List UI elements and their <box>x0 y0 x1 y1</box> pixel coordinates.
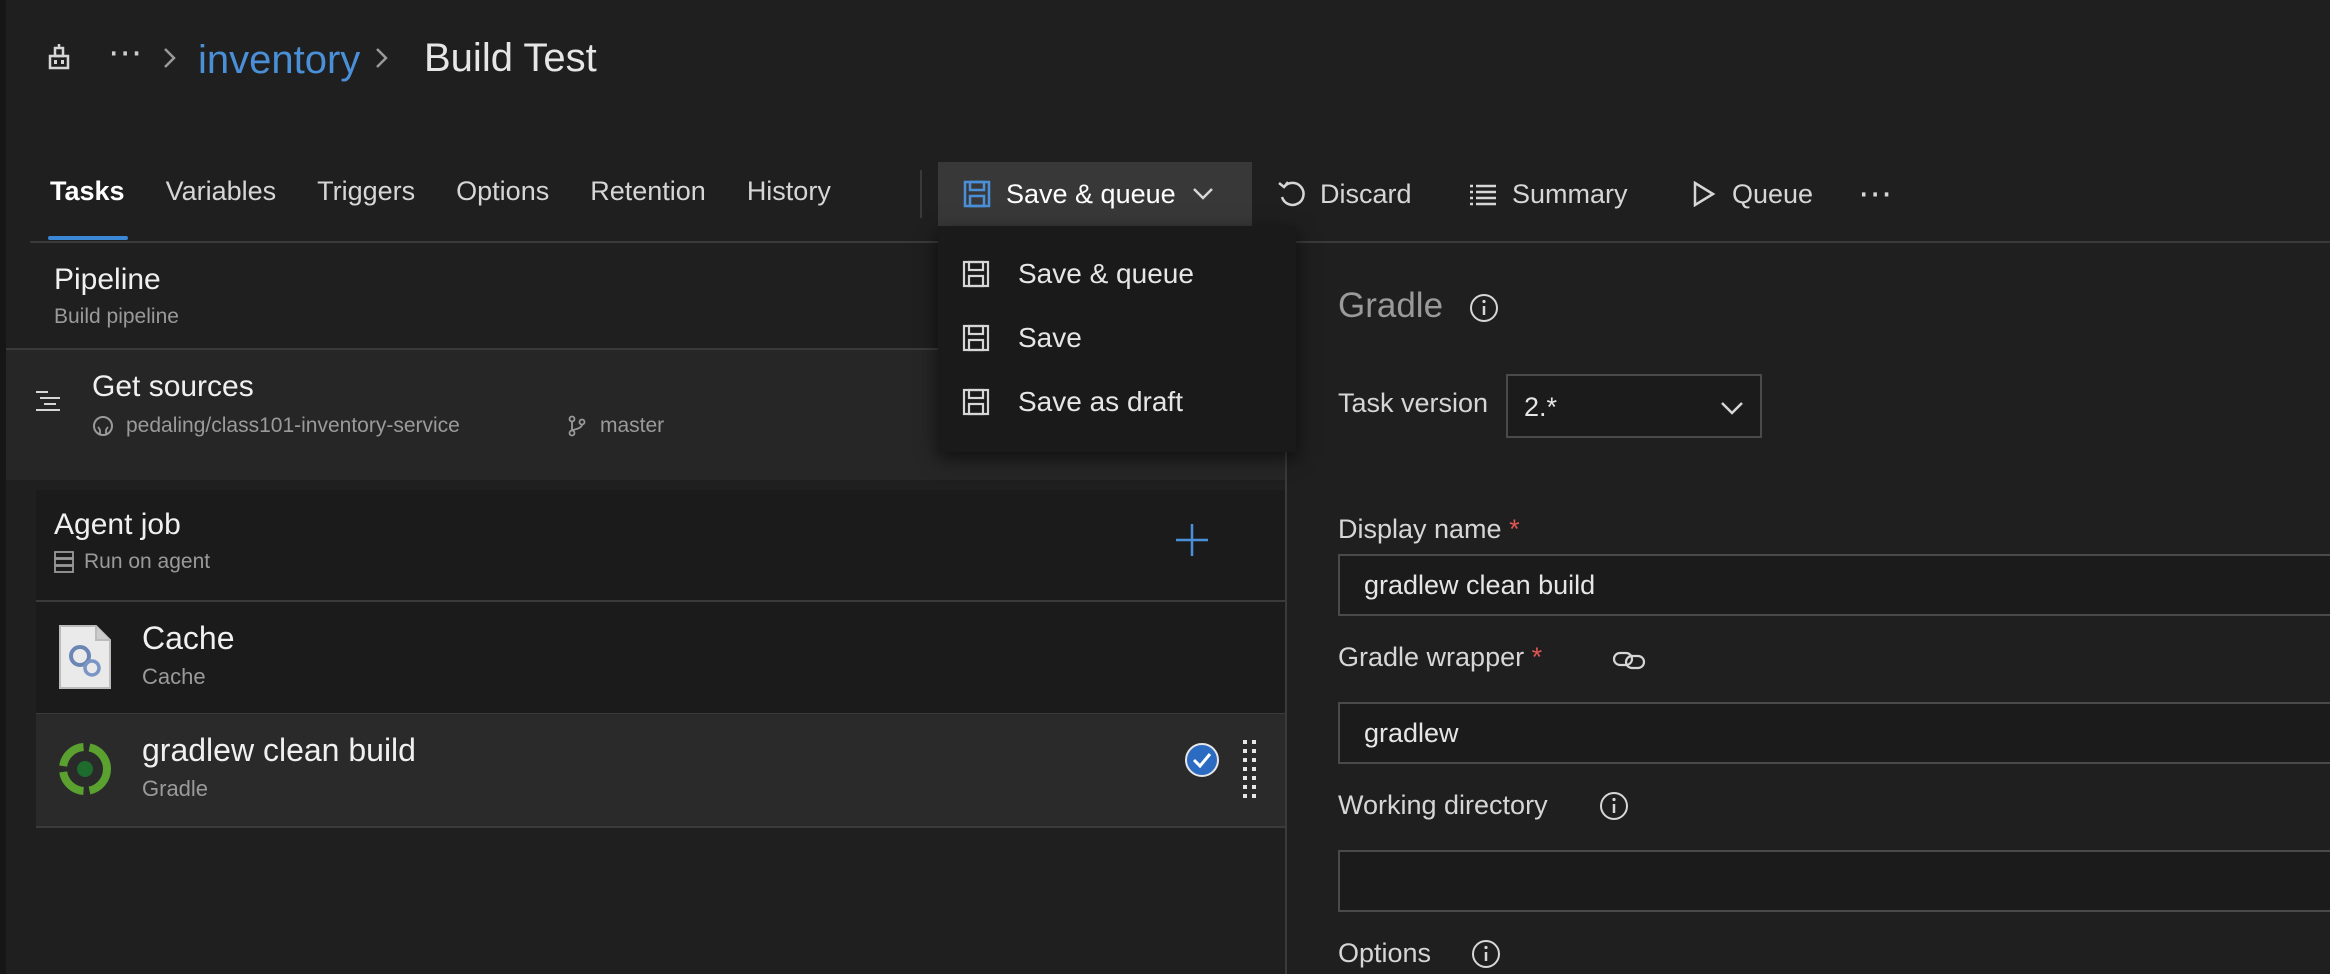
get-sources-title: Get sources <box>92 370 254 403</box>
enabled-check-icon <box>1185 743 1219 777</box>
info-icon[interactable] <box>1470 938 1502 970</box>
play-icon <box>1693 180 1716 208</box>
required-marker: * <box>1531 642 1543 672</box>
pipeline-title: Pipeline <box>54 263 161 296</box>
save-icon <box>962 388 990 416</box>
branch-name: master <box>600 414 665 437</box>
summary-label: Summary <box>1512 178 1628 209</box>
list-icon <box>1470 184 1496 206</box>
page-title: Build Test <box>424 36 597 80</box>
task-item-gradle[interactable]: gradlew clean build Gradle <box>36 714 1286 826</box>
working-directory-field[interactable] <box>1338 850 2330 912</box>
chevron-right-icon <box>164 48 176 68</box>
display-name-label: Display name * <box>1338 514 1520 545</box>
tab-variables[interactable]: Variables <box>166 176 277 207</box>
agent-job-item[interactable]: Agent job Run on agent <box>36 490 1286 600</box>
tab-retention[interactable]: Retention <box>590 176 706 207</box>
display-name-field[interactable]: gradlew clean build <box>1338 554 2330 616</box>
queue-label: Queue <box>1732 178 1814 209</box>
github-icon <box>93 416 113 436</box>
summary-button[interactable]: Summary <box>1468 162 1628 226</box>
branch-info: master <box>566 414 664 438</box>
task-title: Cache <box>142 620 235 656</box>
info-icon[interactable] <box>1598 790 1630 822</box>
add-task-icon[interactable] <box>1172 520 1212 560</box>
info-icon[interactable] <box>1468 292 1500 324</box>
task-version-select[interactable]: 2.* <box>1506 374 1762 438</box>
queue-button[interactable]: Queue <box>1688 162 1813 226</box>
tab-options[interactable]: Options <box>456 176 549 207</box>
tab-triggers[interactable]: Triggers <box>317 176 415 207</box>
undo-icon <box>1278 181 1305 207</box>
task-version-label: Task version <box>1338 388 1489 418</box>
task-version-value: 2.* <box>1524 392 1558 422</box>
window-edge <box>0 0 6 974</box>
display-name-label-text: Display name <box>1338 514 1502 544</box>
chevron-down-icon <box>1721 402 1743 415</box>
branch-icon <box>568 415 586 437</box>
toolbar-divider <box>920 170 922 218</box>
gradle-task-icon <box>59 743 111 795</box>
options-section-label: Options <box>1338 938 1432 968</box>
save-icon <box>963 180 991 208</box>
divider <box>36 826 1286 828</box>
discard-label: Discard <box>1320 178 1412 209</box>
save-dropdown-menu: Save & queue Save Save as draft <box>938 226 1296 452</box>
save-icon <box>962 324 990 352</box>
chevron-down-icon[interactable] <box>1190 181 1216 207</box>
server-icon <box>54 551 74 573</box>
active-tab-indicator <box>48 236 128 240</box>
required-marker: * <box>1509 514 1520 544</box>
save-and-queue-label: Save & queue <box>1006 178 1176 209</box>
menu-item-label: Save <box>1018 322 1082 353</box>
repository-info: pedaling/class101-inventory-service <box>92 414 460 438</box>
working-directory-label: Working directory <box>1338 790 1548 820</box>
save-icon <box>962 260 990 288</box>
agent-job-title: Agent job <box>54 508 181 541</box>
gradle-wrapper-field[interactable]: gradlew <box>1338 702 2330 764</box>
gradle-wrapper-label: Gradle wrapper * <box>1338 642 1542 673</box>
task-subtitle: Cache <box>142 664 206 689</box>
sources-list-icon <box>36 391 60 411</box>
tab-tasks[interactable]: Tasks <box>50 176 125 207</box>
tab-history[interactable]: History <box>747 176 831 207</box>
menu-item-save-and-queue[interactable]: Save & queue <box>938 244 1296 304</box>
task-detail-title: Gradle <box>1338 286 1444 325</box>
chevron-right-icon <box>376 48 388 68</box>
cache-task-icon <box>59 625 111 689</box>
more-actions-button[interactable]: ⋯ <box>1858 162 1892 226</box>
task-subtitle: Gradle <box>142 776 209 801</box>
agent-job-subtitle-row: Run on agent <box>54 550 210 574</box>
menu-item-label: Save & queue <box>1018 258 1194 289</box>
build-pipeline-icon[interactable] <box>44 42 74 72</box>
menu-item-save[interactable]: Save <box>938 308 1296 368</box>
breadcrumb-more-button[interactable]: ⋯ <box>108 36 144 70</box>
menu-item-label: Save as draft <box>1018 386 1183 417</box>
pipeline-subtitle: Build pipeline <box>54 305 179 328</box>
task-item-cache[interactable]: Cache Cache <box>36 602 1286 714</box>
agent-job-subtitle: Run on agent <box>84 550 211 573</box>
link-icon[interactable] <box>1612 644 1646 676</box>
menu-item-save-as-draft[interactable]: Save as draft <box>938 372 1296 432</box>
discard-button[interactable]: Discard <box>1276 162 1412 226</box>
task-title: gradlew clean build <box>142 732 416 768</box>
save-and-queue-button[interactable]: Save & queue <box>938 162 1252 226</box>
repository-name: pedaling/class101-inventory-service <box>126 414 460 437</box>
breadcrumb-project-link[interactable]: inventory <box>198 38 360 83</box>
gradle-wrapper-label-text: Gradle wrapper <box>1338 642 1525 672</box>
drag-handle-icon[interactable] <box>1242 738 1258 800</box>
tab-bar: Tasks Variables Triggers Options Retenti… <box>50 176 872 207</box>
